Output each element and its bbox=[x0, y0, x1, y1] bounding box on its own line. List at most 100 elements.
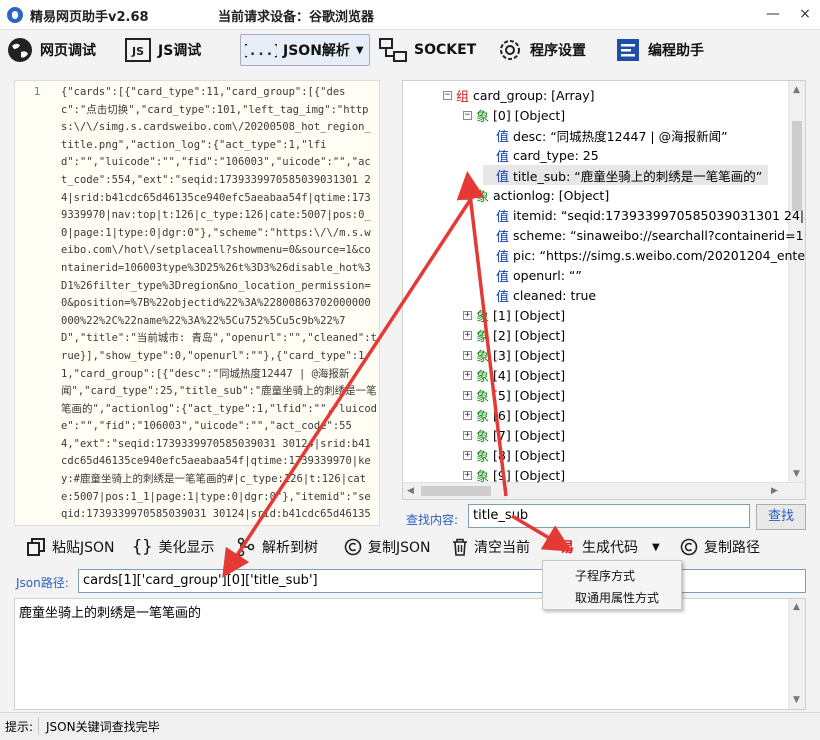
json-editor[interactable]: 1 {"cards":[{"card_type":11,"card_group"… bbox=[14, 80, 380, 526]
scroll-up-icon[interactable]: ▲ bbox=[793, 85, 800, 95]
expand-icon[interactable]: + bbox=[463, 370, 472, 380]
tree-node[interactable]: 值 desc: “同城热度12447 | @海报新闻” bbox=[483, 125, 728, 145]
paste-json-label: 粘贴JSON bbox=[52, 540, 115, 556]
tab-json-parse[interactable]: {...} JSON解析 ▼ bbox=[240, 34, 370, 66]
expand-icon[interactable]: + bbox=[463, 410, 472, 420]
tree-node[interactable]: + 象 [2] [Object] bbox=[463, 325, 565, 345]
tree-node[interactable]: − 象 [0] [Object] bbox=[463, 105, 565, 125]
expand-icon[interactable]: + bbox=[463, 310, 472, 320]
scroll-up-icon[interactable]: ▲ bbox=[793, 602, 800, 612]
scroll-right-icon[interactable]: ▶ bbox=[771, 486, 778, 496]
tree-node[interactable]: + 象 [8] [Object] bbox=[463, 445, 565, 465]
copy-json-button[interactable]: 复制JSON bbox=[344, 536, 431, 558]
beautify-label: 美化显示 bbox=[158, 540, 215, 556]
tree-node[interactable]: + 象 actionlog: [Object] bbox=[463, 185, 609, 205]
tree-vertical-scrollbar[interactable]: ▲ ▼ bbox=[788, 81, 805, 484]
tree-node-label: pic: “https://simg.s.weibo.com/20201204_… bbox=[513, 247, 806, 263]
tab-settings[interactable]: 程序设置 bbox=[496, 34, 586, 66]
collapse-icon[interactable]: − bbox=[463, 110, 472, 120]
tree-node[interactable]: + 象 [1] [Object] bbox=[463, 305, 565, 325]
beautify-button[interactable]: {} 美化显示 bbox=[132, 536, 214, 558]
node-type-icon: 象 bbox=[476, 349, 490, 365]
minimize-button[interactable]: — bbox=[758, 0, 788, 30]
expand-icon[interactable]: + bbox=[463, 450, 472, 460]
json-source-text[interactable]: {"cards":[{"card_type":11,"card_group":[… bbox=[61, 84, 377, 525]
tree-node[interactable]: + 象 [7] [Object] bbox=[463, 425, 565, 445]
clear-current-label: 清空当前 bbox=[474, 540, 530, 556]
expand-icon[interactable]: + bbox=[463, 390, 472, 400]
generate-code-menu: 子程序方式 取通用属性方式 bbox=[542, 560, 682, 610]
tab-json-parse-label: JSON解析 bbox=[283, 43, 350, 59]
tree-node[interactable]: 值 title_sub: “鹿童坐骑上的刺绣是一笔笔画的” bbox=[483, 165, 769, 185]
paste-json-button[interactable]: 粘贴JSON bbox=[26, 536, 115, 558]
tab-programming-assistant[interactable]: 编程助手 bbox=[614, 34, 704, 66]
gear-icon bbox=[500, 40, 520, 60]
tree-node[interactable]: + 象 [3] [Object] bbox=[463, 345, 565, 365]
tab-js-debug-label: JS调试 bbox=[158, 43, 202, 59]
tree-node-label: actionlog: [Object] bbox=[493, 187, 610, 203]
scroll-left-icon[interactable]: ◀ bbox=[407, 486, 414, 496]
easy-language-icon: 易 bbox=[560, 540, 574, 556]
chevron-down-icon[interactable]: ▼ bbox=[652, 542, 660, 553]
result-textarea[interactable]: 鹿童坐骑上的刺绣是一笔笔画的 ▲ ▼ bbox=[14, 598, 806, 710]
window-title: 精易网页助手v2.68 bbox=[30, 10, 149, 25]
tree-node[interactable]: 值 itemid: “seqid:1739339970585039031301 2… bbox=[483, 205, 805, 225]
scroll-down-icon[interactable]: ▼ bbox=[793, 469, 800, 479]
tree-node[interactable]: 值 pic: “https://simg.s.weibo.com/20201204… bbox=[483, 245, 805, 265]
search-input[interactable]: title_sub bbox=[468, 504, 750, 528]
close-button[interactable]: × bbox=[790, 0, 820, 30]
copy-json-label: 复制JSON bbox=[368, 540, 431, 556]
chevron-down-icon[interactable]: ▼ bbox=[356, 45, 364, 56]
expand-icon[interactable]: + bbox=[463, 350, 472, 360]
tree-hierarchy-icon bbox=[237, 537, 255, 557]
search-label: 查找内容: bbox=[406, 513, 459, 527]
tree-node[interactable]: + 象 [5] [Object] bbox=[463, 385, 565, 405]
tree-node[interactable]: + 象 [9] [Object] bbox=[463, 465, 565, 485]
expand-icon[interactable]: + bbox=[463, 330, 472, 340]
scroll-down-icon[interactable]: ▼ bbox=[793, 695, 800, 705]
app-logo-icon bbox=[7, 7, 23, 23]
title-bar: 精易网页助手v2.68 当前请求设备：谷歌浏览器 — × bbox=[0, 0, 820, 30]
node-type-icon: 象 bbox=[476, 469, 490, 485]
tab-js-debug[interactable]: JS JS调试 bbox=[124, 34, 201, 66]
tab-socket[interactable]: SOCKET bbox=[378, 34, 476, 66]
tab-programming-assistant-label: 编程助手 bbox=[648, 43, 704, 59]
tree-node-label: title_sub: “鹿童坐骑上的刺绣是一笔笔画的” bbox=[513, 168, 763, 184]
generate-code-button[interactable]: 易 生成代码 ▼ bbox=[560, 536, 660, 558]
tree-node-label: card_type: 25 bbox=[513, 147, 599, 163]
tree-hscroll-thumb[interactable] bbox=[421, 486, 491, 496]
svg-text:{...}: {...} bbox=[245, 43, 277, 59]
tree-node[interactable]: 值 card_type: 25 bbox=[483, 145, 599, 165]
node-type-icon: 组 bbox=[456, 89, 470, 105]
search-button[interactable]: 查找 bbox=[756, 504, 806, 530]
tab-web-debug[interactable]: 网页调试 bbox=[6, 34, 96, 66]
expand-icon[interactable]: + bbox=[463, 190, 472, 200]
tree-node[interactable]: 值 openurl: “” bbox=[483, 265, 582, 285]
node-type-icon: 象 bbox=[476, 429, 490, 445]
copyright-icon bbox=[680, 538, 698, 556]
parse-to-tree-button[interactable]: 解析到树 bbox=[236, 536, 318, 558]
tree-node[interactable]: + 象 [6] [Object] bbox=[463, 405, 565, 425]
tree-scroll-thumb[interactable] bbox=[792, 121, 802, 211]
result-text[interactable]: 鹿童坐骑上的刺绣是一笔笔画的 bbox=[19, 606, 201, 621]
tree-node[interactable]: + 象 [4] [Object] bbox=[463, 365, 565, 385]
tree-node[interactable]: 值 cleaned: true bbox=[483, 285, 596, 305]
json-braces-icon: {...} bbox=[245, 43, 277, 59]
node-type-icon: 值 bbox=[496, 169, 510, 185]
tree-node[interactable]: − 组 card_group: [Array] bbox=[443, 85, 595, 105]
copy-path-button[interactable]: 复制路径 bbox=[680, 536, 760, 558]
status-bar: 提示: JSON关键词查找完毕 bbox=[0, 712, 820, 740]
collapse-icon[interactable]: − bbox=[443, 90, 452, 100]
menu-item-generic-property[interactable]: 取通用属性方式 bbox=[575, 589, 659, 606]
node-type-icon: 值 bbox=[496, 289, 510, 305]
tree-node-label: [7] [Object] bbox=[493, 427, 566, 443]
json-path-input[interactable]: cards[1]['card_group'][0]['title_sub'] bbox=[78, 569, 806, 593]
menu-item-subroutine[interactable]: 子程序方式 bbox=[575, 567, 635, 584]
clear-current-button[interactable]: 清空当前 bbox=[452, 536, 530, 558]
tree-node-label: scheme: “sinaweibo://searchall?container… bbox=[513, 227, 804, 243]
json-tree[interactable]: ▲ ▼ ◀ ▶ − 组 card_group: [Array] − 象 [0] [Obje… bbox=[402, 80, 806, 500]
tree-node[interactable]: 值 scheme: “sinaweibo://searchall?containe… bbox=[483, 225, 804, 245]
expand-icon[interactable]: + bbox=[463, 430, 472, 440]
expand-icon[interactable]: + bbox=[463, 470, 472, 480]
result-scrollbar[interactable]: ▲ ▼ bbox=[788, 599, 805, 709]
